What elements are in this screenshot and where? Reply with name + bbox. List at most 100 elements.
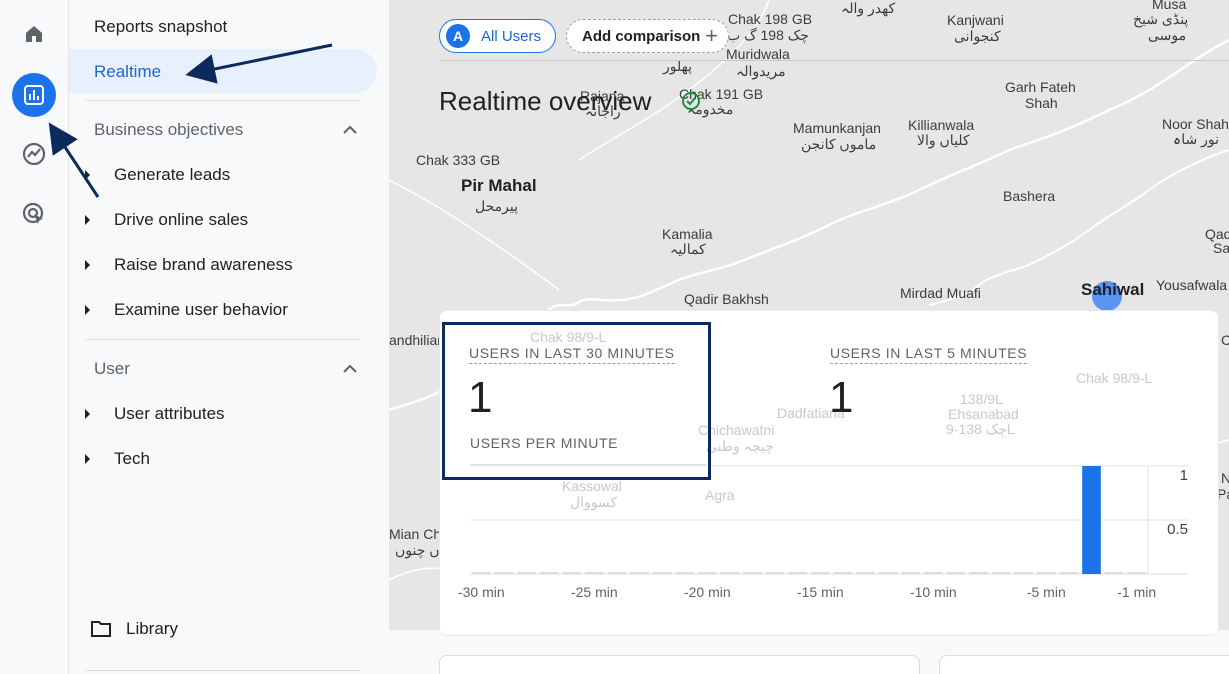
nav-user-attributes[interactable]: User attributes (114, 404, 225, 424)
chart-bar (1059, 572, 1079, 574)
expand-caret-icon[interactable] (85, 215, 90, 225)
section-user[interactable]: User (94, 359, 130, 379)
map-label: Bashera (1003, 188, 1056, 204)
nav-library[interactable]: Library (126, 619, 178, 639)
map-label: Qadir Bakhsh (684, 291, 769, 307)
nav-raise-brand-awareness[interactable]: Raise brand awareness (114, 255, 293, 275)
folder-icon (91, 621, 111, 637)
expand-caret-icon[interactable] (85, 305, 90, 315)
nav-generate-leads[interactable]: Generate leads (114, 165, 230, 185)
chart-bar (472, 572, 491, 574)
chart-bar (878, 572, 898, 574)
map-label: کلیاں والا (917, 132, 970, 148)
map-label: Garh Fateh (1005, 79, 1076, 95)
chevron-up-icon[interactable] (342, 122, 358, 138)
y-tick-label: 0.5 (1167, 521, 1188, 538)
chart-bar (833, 572, 853, 574)
nav-divider (85, 670, 360, 671)
expand-caret-icon[interactable] (85, 454, 90, 464)
expand-caret-icon[interactable] (85, 409, 90, 419)
x-tick-label: -25 min (571, 584, 618, 600)
chart-bar (924, 572, 943, 574)
x-tick-label: -30 min (458, 584, 505, 600)
map-label: پیرمحل (475, 198, 518, 214)
reports-nav: Reports snapshot Realtime Business objec… (69, 0, 389, 674)
chart-bar (901, 572, 920, 574)
advertising-button[interactable] (12, 192, 56, 236)
advertising-icon (22, 202, 44, 224)
x-tick-label: -15 min (797, 584, 844, 600)
chart-bar (585, 572, 604, 574)
chart-bar (630, 572, 649, 574)
map-label: ماموں کانجن (801, 136, 877, 152)
nav-realtime[interactable]: Realtime (94, 62, 161, 82)
chart-bar (494, 572, 514, 574)
chart-bar (607, 572, 627, 574)
chart-bar (811, 572, 830, 574)
plus-icon: + (705, 23, 718, 48)
explore-icon (22, 142, 46, 166)
chart-bar (675, 572, 694, 574)
segment-chip-label: All Users (481, 27, 542, 45)
bottom-card-left (439, 655, 920, 674)
map-label: چک 198 گ ب (727, 27, 809, 43)
icon-rail (0, 0, 69, 674)
chart-bar (539, 572, 559, 574)
chart-bar (1082, 466, 1101, 574)
map-label: Shah (1025, 95, 1058, 111)
map-label: Sahiwal (1081, 280, 1145, 299)
chart-bar (652, 572, 672, 574)
reports-button[interactable] (12, 73, 56, 117)
chart-bar (991, 572, 1011, 574)
chart-bar (1037, 572, 1056, 574)
chart-bar (743, 572, 762, 574)
x-tick-label: -5 min (1027, 584, 1066, 600)
x-tick-label: -1 min (1117, 584, 1156, 600)
map-label: C (1221, 332, 1229, 348)
reports-icon (24, 85, 44, 105)
map-label: Noor Shah (1162, 116, 1229, 132)
map-label: موسی (1148, 27, 1187, 43)
map-label: Kamalia (662, 226, 713, 242)
map-label: N (1221, 470, 1229, 486)
expand-caret-icon[interactable] (85, 170, 90, 180)
map-label: نور شاہ (1173, 131, 1219, 147)
verified-check-icon (682, 92, 700, 110)
section-business-objectives[interactable]: Business objectives (94, 120, 243, 140)
chart-bar (562, 572, 581, 574)
nav-tech[interactable]: Tech (114, 449, 150, 469)
chart-bar (765, 572, 785, 574)
segment-letter-icon: A (446, 24, 470, 48)
map-label: Kanjwani (947, 12, 1004, 28)
segment-chip-all-users[interactable]: A All Users (439, 19, 556, 53)
map-label: Killianwala (908, 117, 975, 133)
add-comparison-button[interactable]: Add comparison + (566, 19, 729, 53)
annotation-highlight-box (442, 322, 711, 480)
map-label: Mirdad Muafi (900, 285, 981, 301)
nav-reports-snapshot[interactable]: Reports snapshot (94, 17, 227, 37)
chart-bar (1127, 572, 1146, 574)
explore-button[interactable] (12, 132, 56, 176)
x-tick-label: -20 min (684, 584, 731, 600)
map-label: کنجوانی (954, 28, 1001, 44)
chart-bar (946, 572, 966, 574)
nav-divider (85, 100, 360, 101)
chart-bar (788, 572, 807, 574)
map-label: Sa (1213, 240, 1229, 256)
nav-drive-online-sales[interactable]: Drive online sales (114, 210, 248, 230)
map-label: پنڈی شیخ (1133, 11, 1189, 27)
chevron-up-icon[interactable] (342, 361, 358, 377)
expand-caret-icon[interactable] (85, 260, 90, 270)
y-tick-label: 1 (1180, 467, 1188, 484)
home-button[interactable] (12, 12, 56, 56)
chart-bar (517, 572, 536, 574)
bottom-card-right (939, 655, 1229, 674)
home-icon (26, 26, 42, 42)
chart-bar (698, 572, 717, 574)
map-label: Pir Mahal (461, 176, 537, 195)
nav-examine-user-behavior[interactable]: Examine user behavior (114, 300, 288, 320)
chart-bar (969, 572, 988, 574)
map-label: Chak 333 GB (416, 152, 501, 168)
map-label: کمالیہ (670, 241, 706, 257)
nav-divider (85, 339, 360, 340)
